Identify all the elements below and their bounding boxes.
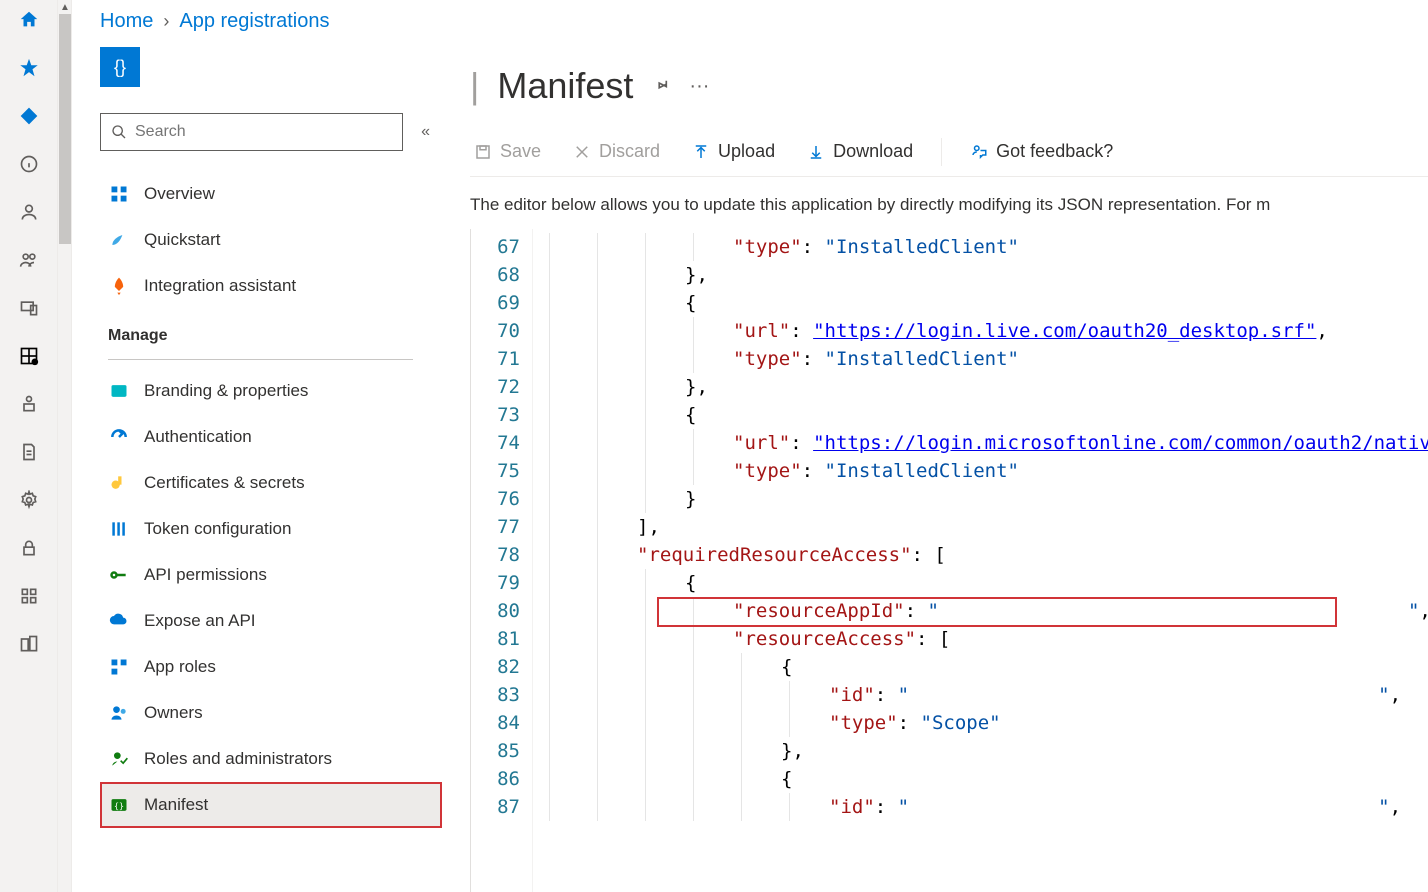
- feedback-button[interactable]: Got feedback?: [966, 137, 1117, 166]
- upload-icon: [692, 143, 710, 161]
- owners-icon: [108, 702, 130, 724]
- sidebar-item-integration[interactable]: Integration assistant: [100, 263, 442, 309]
- rail-scrollbar[interactable]: ▲: [58, 0, 72, 892]
- enterprise-icon[interactable]: [17, 632, 41, 656]
- cloud-icon: [108, 610, 130, 632]
- collapse-sidebar-button[interactable]: «: [421, 123, 442, 141]
- svg-text:{}: {}: [114, 800, 124, 810]
- scroll-thumb[interactable]: [59, 14, 71, 244]
- sidebar-item-branding[interactable]: Branding & properties: [100, 368, 442, 414]
- devices-icon[interactable]: [17, 296, 41, 320]
- toolbar-divider: [941, 138, 942, 166]
- discard-button: Discard: [569, 137, 664, 166]
- box-icon[interactable]: [17, 392, 41, 416]
- upload-button[interactable]: Upload: [688, 137, 779, 166]
- code-area[interactable]: "type": "InstalledClient"},{"url": "http…: [533, 229, 1428, 892]
- scroll-up-icon[interactable]: ▲: [60, 2, 70, 12]
- divider: [108, 359, 413, 360]
- breadcrumb-page[interactable]: App registrations: [179, 10, 329, 33]
- manifest-icon: {}: [108, 794, 130, 816]
- sidebar-item-authentication[interactable]: Authentication: [100, 414, 442, 460]
- sidebar-item-label: Roles and administrators: [144, 749, 332, 769]
- sidebar-item-label: Overview: [144, 184, 215, 204]
- sidebar-item-quickstart[interactable]: Quickstart: [100, 217, 442, 263]
- grid-icon[interactable]: [17, 344, 41, 368]
- line-gutter: 6768697071727374757677787980818283848586…: [471, 229, 533, 892]
- json-editor[interactable]: 6768697071727374757677787980818283848586…: [470, 229, 1428, 892]
- sidebar-item-label: Token configuration: [144, 519, 291, 539]
- page-title: Manifest: [497, 65, 633, 107]
- more-icon[interactable]: ···: [689, 75, 709, 98]
- save-button: Save: [470, 137, 545, 166]
- sidebar-item-label: Integration assistant: [144, 276, 296, 296]
- feedback-icon: [970, 143, 988, 161]
- sidebar-item-label: Authentication: [144, 427, 252, 447]
- editor-description: The editor below allows you to update th…: [470, 177, 1428, 229]
- sidebar-item-label: Branding & properties: [144, 381, 308, 401]
- app-icon[interactable]: [17, 584, 41, 608]
- sidebar-item-certificates[interactable]: Certificates & secrets: [100, 460, 442, 506]
- roles-icon: [108, 656, 130, 678]
- info-icon[interactable]: [17, 152, 41, 176]
- admin-icon: [108, 748, 130, 770]
- lock-icon[interactable]: [17, 536, 41, 560]
- sidebar-item-manifest[interactable]: {} Manifest: [100, 782, 442, 828]
- quickstart-icon: [108, 229, 130, 251]
- sidebar-item-label: Expose an API: [144, 611, 256, 631]
- auth-icon: [108, 426, 130, 448]
- search-icon: [111, 124, 127, 140]
- sidebar-item-owners[interactable]: Owners: [100, 690, 442, 736]
- blade-content: | Manifest ··· Save Discard: [442, 47, 1428, 892]
- sidebar-item-label: App roles: [144, 657, 216, 677]
- branding-icon: [108, 380, 130, 402]
- breadcrumb-home[interactable]: Home: [100, 10, 153, 33]
- sidebar-item-label: API permissions: [144, 565, 267, 585]
- sidebar-item-expose-api[interactable]: Expose an API: [100, 598, 442, 644]
- home-icon[interactable]: [17, 8, 41, 32]
- person-icon[interactable]: [17, 200, 41, 224]
- sidebar-item-api-permissions[interactable]: API permissions: [100, 552, 442, 598]
- download-button[interactable]: Download: [803, 137, 917, 166]
- overview-icon: [108, 183, 130, 205]
- gear-icon[interactable]: [17, 488, 41, 512]
- resource-sidebar: {} « Overview Quickstart: [72, 47, 442, 892]
- close-icon: [573, 143, 591, 161]
- breadcrumb: Home › App registrations: [72, 0, 1428, 47]
- save-icon: [474, 143, 492, 161]
- download-icon: [807, 143, 825, 161]
- sidebar-section-manage: Manage: [100, 309, 442, 351]
- people-icon[interactable]: [17, 248, 41, 272]
- title-separator: |: [470, 65, 479, 107]
- diamond-icon[interactable]: [17, 104, 41, 128]
- sidebar-item-overview[interactable]: Overview: [100, 171, 442, 217]
- sidebar-search[interactable]: [100, 113, 403, 151]
- left-rail: [0, 0, 58, 892]
- sidebar-item-label: Quickstart: [144, 230, 221, 250]
- app-tile-icon: {}: [100, 47, 140, 87]
- pin-icon[interactable]: [651, 76, 671, 96]
- document-icon[interactable]: [17, 440, 41, 464]
- sidebar-item-label: Manifest: [144, 795, 208, 815]
- sidebar-item-label: Certificates & secrets: [144, 473, 305, 493]
- sidebar-item-roles-admins[interactable]: Roles and administrators: [100, 736, 442, 782]
- sidebar-item-app-roles[interactable]: App roles: [100, 644, 442, 690]
- token-icon: [108, 518, 130, 540]
- sidebar-item-label: Owners: [144, 703, 203, 723]
- toolbar: Save Discard Upload Download: [470, 133, 1428, 177]
- api-perm-icon: [108, 564, 130, 586]
- star-icon[interactable]: [17, 56, 41, 80]
- search-input[interactable]: [135, 123, 392, 141]
- chevron-right-icon: ›: [163, 11, 169, 32]
- sidebar-item-token[interactable]: Token configuration: [100, 506, 442, 552]
- key-icon: [108, 472, 130, 494]
- rocket-icon: [108, 275, 130, 297]
